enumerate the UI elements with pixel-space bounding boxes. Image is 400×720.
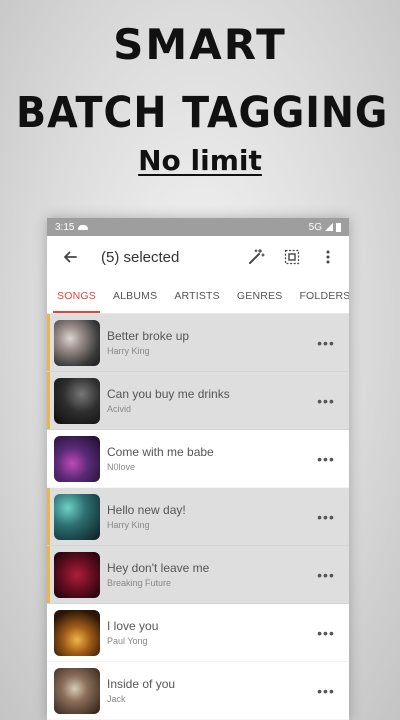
page-title: (5) selected [101, 248, 180, 266]
more-horizontal-icon[interactable]: ••• [311, 683, 341, 699]
song-artist: Acivid [107, 404, 132, 414]
more-horizontal-icon[interactable]: ••• [311, 625, 341, 641]
more-horizontal-icon[interactable]: ••• [311, 393, 341, 409]
tab-genres[interactable]: GENRES [231, 278, 289, 313]
song-row[interactable]: Better broke up Harry King ••• [47, 314, 349, 372]
song-artist: Harry King [107, 520, 150, 530]
song-title: Inside of you [107, 677, 176, 691]
tab-bar: SONGS ALBUMS ARTISTS GENRES FOLDERS [47, 278, 349, 314]
song-row[interactable]: Can you buy me drinks Acivid ••• [47, 372, 349, 430]
song-list: Better broke up Harry King ••• Can you b… [47, 314, 349, 720]
song-row[interactable]: I love you Paul Yong ••• [47, 604, 349, 662]
song-artist: Paul Yong [107, 636, 148, 646]
status-time: 3:15 [55, 221, 75, 233]
song-row[interactable]: Hey don't leave me Breaking Future ••• [47, 546, 349, 604]
song-title: Hello new day! [107, 503, 186, 517]
album-art [54, 551, 100, 598]
album-art [54, 609, 100, 656]
album-art [54, 377, 100, 424]
song-title: Come with me babe [107, 445, 214, 459]
song-title: Better broke up [107, 329, 190, 343]
promo-line-1: SMART [113, 20, 287, 69]
album-art [54, 493, 100, 540]
tab-folders[interactable]: FOLDERS [293, 278, 349, 313]
song-row[interactable]: Inside of you Jack ••• [47, 662, 349, 720]
album-art [54, 435, 100, 482]
song-artist: Harry King [107, 346, 150, 356]
tab-albums[interactable]: ALBUMS [107, 278, 163, 313]
tab-songs[interactable]: SONGS [51, 278, 102, 313]
app-bar: (5) selected [47, 236, 349, 278]
promo-line-2: BATCH TAGGING [16, 88, 389, 138]
status-bar: 3:15 5G [47, 218, 349, 236]
select-all-icon[interactable] [281, 246, 303, 268]
magic-wand-icon[interactable] [245, 246, 267, 268]
more-vertical-icon[interactable] [317, 246, 339, 268]
album-art [54, 667, 100, 714]
song-artist: Breaking Future [107, 578, 172, 588]
song-row[interactable]: Hello new day! Harry King ••• [47, 488, 349, 546]
back-arrow-icon[interactable] [59, 246, 81, 268]
battery-icon [336, 222, 341, 232]
more-horizontal-icon[interactable]: ••• [311, 567, 341, 583]
more-horizontal-icon[interactable]: ••• [311, 509, 341, 525]
promo-line-3: No limit [138, 144, 262, 177]
song-title: Can you buy me drinks [107, 387, 230, 401]
tab-artists[interactable]: ARTISTS [168, 278, 226, 313]
status-network: 5G [308, 221, 322, 233]
song-artist: N0love [107, 462, 136, 472]
song-title: Hey don't leave me [107, 561, 210, 575]
more-horizontal-icon[interactable]: ••• [311, 335, 341, 351]
song-artist: Jack [107, 694, 126, 704]
more-horizontal-icon[interactable]: ••• [311, 451, 341, 467]
cloud-icon [78, 224, 89, 230]
album-art [54, 319, 100, 366]
signal-icon [325, 223, 333, 231]
phone-screen: 3:15 5G (5) selected SONGS ALBUMS ARTIST… [47, 218, 349, 720]
song-row[interactable]: Come with me babe N0love ••• [47, 430, 349, 488]
song-title: I love you [107, 619, 159, 633]
